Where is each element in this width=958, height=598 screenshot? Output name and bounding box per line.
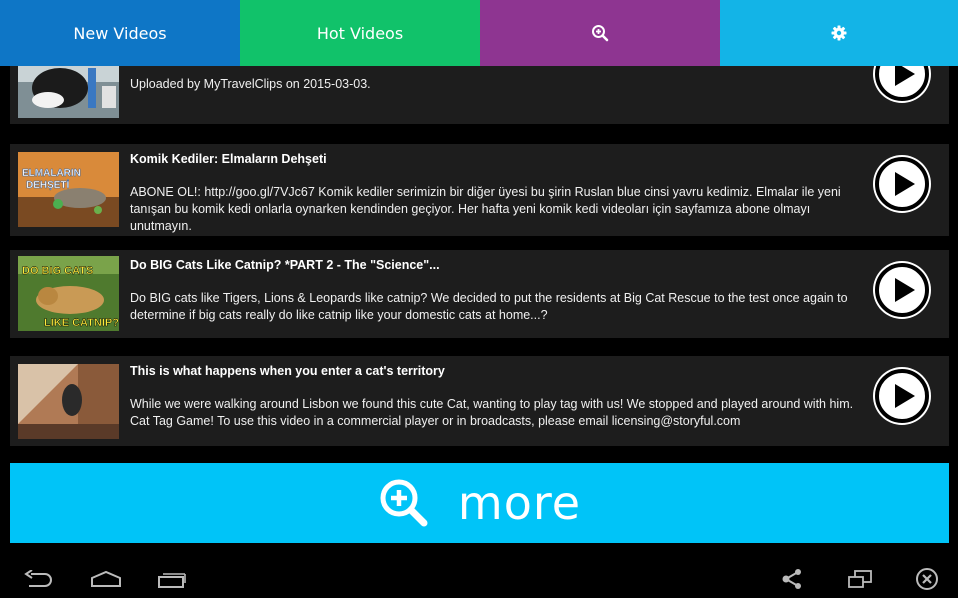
top-tab-bar: New Videos Hot Videos	[0, 0, 958, 66]
system-nav-bar	[0, 560, 958, 598]
home-icon	[91, 570, 121, 587]
play-button[interactable]	[873, 261, 931, 319]
video-list-item[interactable]: DO BIG CATS LIKE CATNIP? Do BIG Cats Lik…	[10, 250, 949, 338]
tab-search[interactable]	[480, 0, 720, 66]
tab-hot-videos[interactable]: Hot Videos	[240, 0, 480, 66]
video-description: Uploaded by MyTravelClips on 2015-03-03.	[130, 77, 371, 91]
thumbnail-caption: ELMALARIN	[22, 168, 81, 179]
video-title: Komik Kediler: Elmaların Dehşeti	[130, 152, 327, 166]
home-button[interactable]	[86, 560, 126, 598]
more-button[interactable]: more	[10, 463, 949, 543]
video-thumbnail	[18, 364, 119, 439]
recent-apps-button[interactable]	[152, 560, 192, 598]
tab-new-videos[interactable]: New Videos	[0, 0, 240, 66]
recent-apps-icon	[158, 573, 186, 588]
video-thumbnail	[18, 66, 119, 118]
video-thumbnail: DO BIG CATS LIKE CATNIP?	[18, 256, 119, 331]
tab-new-videos-label: New Videos	[73, 23, 167, 43]
video-list-item[interactable]: Uploaded by MyTravelClips on 2015-03-03.	[10, 66, 949, 124]
screen-mirror-button[interactable]	[842, 560, 878, 598]
more-button-label: more	[457, 476, 582, 530]
back-icon	[24, 570, 52, 587]
video-title: Do BIG Cats Like Catnip? *PART 2 - The "…	[130, 258, 440, 272]
video-title: This is what happens when you enter a ca…	[130, 364, 445, 378]
gear-icon	[831, 25, 847, 41]
video-list-item[interactable]: ELMALARIN DEHŞETİ Komik Kediler: Elmalar…	[10, 144, 949, 236]
play-icon	[875, 369, 929, 423]
search-plus-icon	[592, 25, 609, 42]
play-icon	[875, 157, 929, 211]
tab-hot-videos-label: Hot Videos	[316, 23, 404, 43]
thumbnail-caption: LIKE CATNIP?	[44, 317, 119, 329]
video-thumbnail: ELMALARIN DEHŞETİ	[18, 152, 119, 227]
tab-settings[interactable]	[720, 0, 958, 66]
video-list[interactable]: Uploaded by MyTravelClips on 2015-03-03.…	[0, 66, 958, 458]
video-description: While we were walking around Lisbon we f…	[130, 397, 854, 428]
back-button[interactable]	[18, 560, 58, 598]
thumbnail-caption: DO BIG CATS	[22, 265, 93, 277]
play-button[interactable]	[873, 155, 931, 213]
search-plus-icon	[380, 479, 428, 527]
thumbnail-caption: DEHŞETİ	[26, 178, 70, 191]
video-list-item[interactable]: This is what happens when you enter a ca…	[10, 356, 949, 446]
screen-mirror-icon	[848, 570, 872, 588]
video-description: Do BIG cats like Tigers, Lions & Leopard…	[130, 291, 848, 322]
play-icon	[875, 263, 929, 317]
play-button[interactable]	[873, 367, 931, 425]
close-circle-icon	[916, 568, 938, 590]
close-button[interactable]	[910, 560, 944, 598]
share-button[interactable]	[776, 560, 808, 598]
play-icon	[875, 66, 929, 101]
video-description: ABONE OL!: http://goo.gl/7VJc67 Komik ke…	[130, 185, 841, 233]
play-button[interactable]	[873, 66, 931, 103]
share-icon	[782, 569, 801, 589]
